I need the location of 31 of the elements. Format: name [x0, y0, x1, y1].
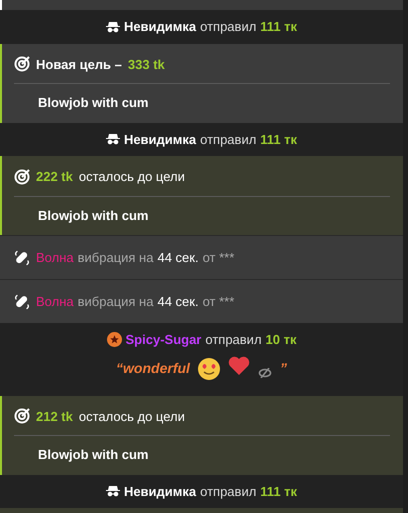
vibration-pattern: Волна: [36, 248, 74, 267]
tip-verb: отправил: [200, 482, 256, 501]
vibration-duration: 44 сек.: [157, 248, 199, 267]
vibration-pattern: Волна: [36, 292, 74, 311]
vibration-sender: от ***: [202, 248, 234, 267]
vibration-duration: 44 сек.: [157, 292, 199, 311]
goal-amount: 212 tk: [36, 408, 73, 426]
tip-amount: 111 тк: [260, 482, 298, 500]
tip-verb: отправил: [200, 130, 256, 149]
goal-amount: 333 tk: [128, 56, 165, 74]
vibration-text: вибрация на: [78, 248, 154, 267]
goal-description: Blowjob with cum: [37, 94, 150, 112]
sender-name[interactable]: Невидимка: [124, 130, 196, 149]
goal-description: Blowjob with cum: [37, 446, 150, 464]
tip-amount: 111 тк: [260, 18, 298, 36]
tip-verb: отправил: [205, 331, 262, 349]
tip-verb: отправил: [200, 18, 256, 36]
quote-mark: ”: [280, 359, 287, 378]
goal-description: Blowjob with cum: [37, 206, 150, 225]
tip-message: “wonderful: [116, 359, 190, 378]
vibration-sender: от ***: [202, 292, 234, 311]
goal-status: осталось до цели: [78, 408, 185, 426]
vibration-text: вибрация на: [78, 292, 154, 311]
goal-amount: 222 tk: [36, 168, 73, 186]
sender-name[interactable]: Невидимка: [124, 17, 196, 36]
sender-name[interactable]: Невидимка: [124, 482, 196, 501]
sender-name[interactable]: Spicy-Sugar: [126, 330, 202, 350]
tip-amount: 10 тк: [266, 331, 296, 349]
goal-status: осталось до цели: [78, 168, 185, 186]
tip-amount: 111 тк: [260, 130, 298, 148]
goal-title: Новая цель –: [36, 56, 122, 74]
